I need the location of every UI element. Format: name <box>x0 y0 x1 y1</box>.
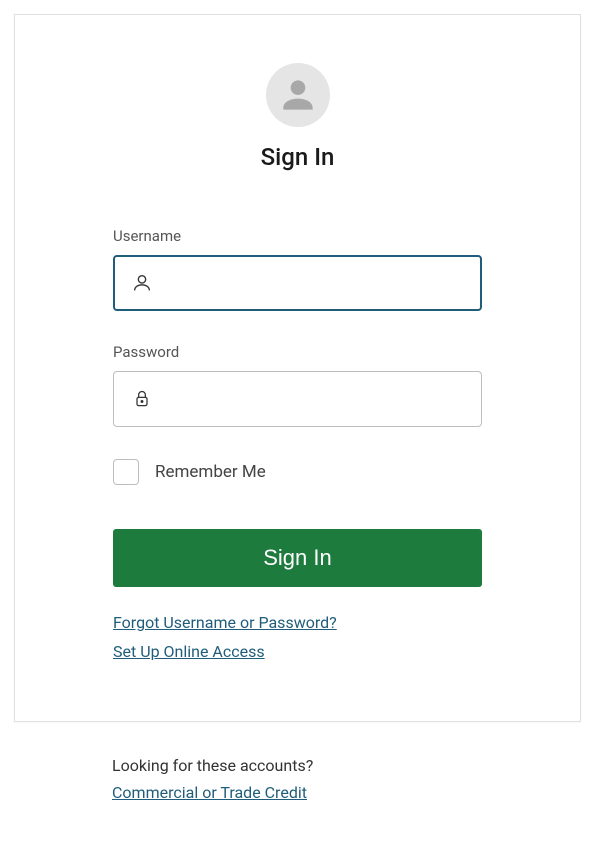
forgot-link[interactable]: Forgot Username or Password? <box>113 613 337 632</box>
signin-form: Username Password Remem <box>15 227 580 661</box>
username-input-wrap <box>113 255 482 311</box>
password-input[interactable] <box>113 371 482 427</box>
page-title: Sign In <box>15 143 580 171</box>
below-prompt: Looking for these accounts? <box>112 756 595 775</box>
remember-row: Remember Me <box>113 459 482 485</box>
avatar-container <box>15 63 580 127</box>
person-icon <box>276 73 320 117</box>
setup-link[interactable]: Set Up Online Access <box>113 642 265 661</box>
avatar-placeholder <box>266 63 330 127</box>
remember-checkbox[interactable] <box>113 459 139 485</box>
signin-button[interactable]: Sign In <box>113 529 482 587</box>
signin-card: Sign In Username Password <box>14 14 581 722</box>
username-input[interactable] <box>113 255 482 311</box>
password-input-wrap <box>113 371 482 427</box>
commercial-link[interactable]: Commercial or Trade Credit <box>112 783 307 802</box>
below-card-section: Looking for these accounts? Commercial o… <box>0 722 595 802</box>
username-label: Username <box>113 227 482 245</box>
password-label: Password <box>113 343 482 361</box>
forgot-link-row: Forgot Username or Password? <box>113 613 482 632</box>
setup-link-row: Set Up Online Access <box>113 642 482 661</box>
remember-label: Remember Me <box>155 462 266 482</box>
